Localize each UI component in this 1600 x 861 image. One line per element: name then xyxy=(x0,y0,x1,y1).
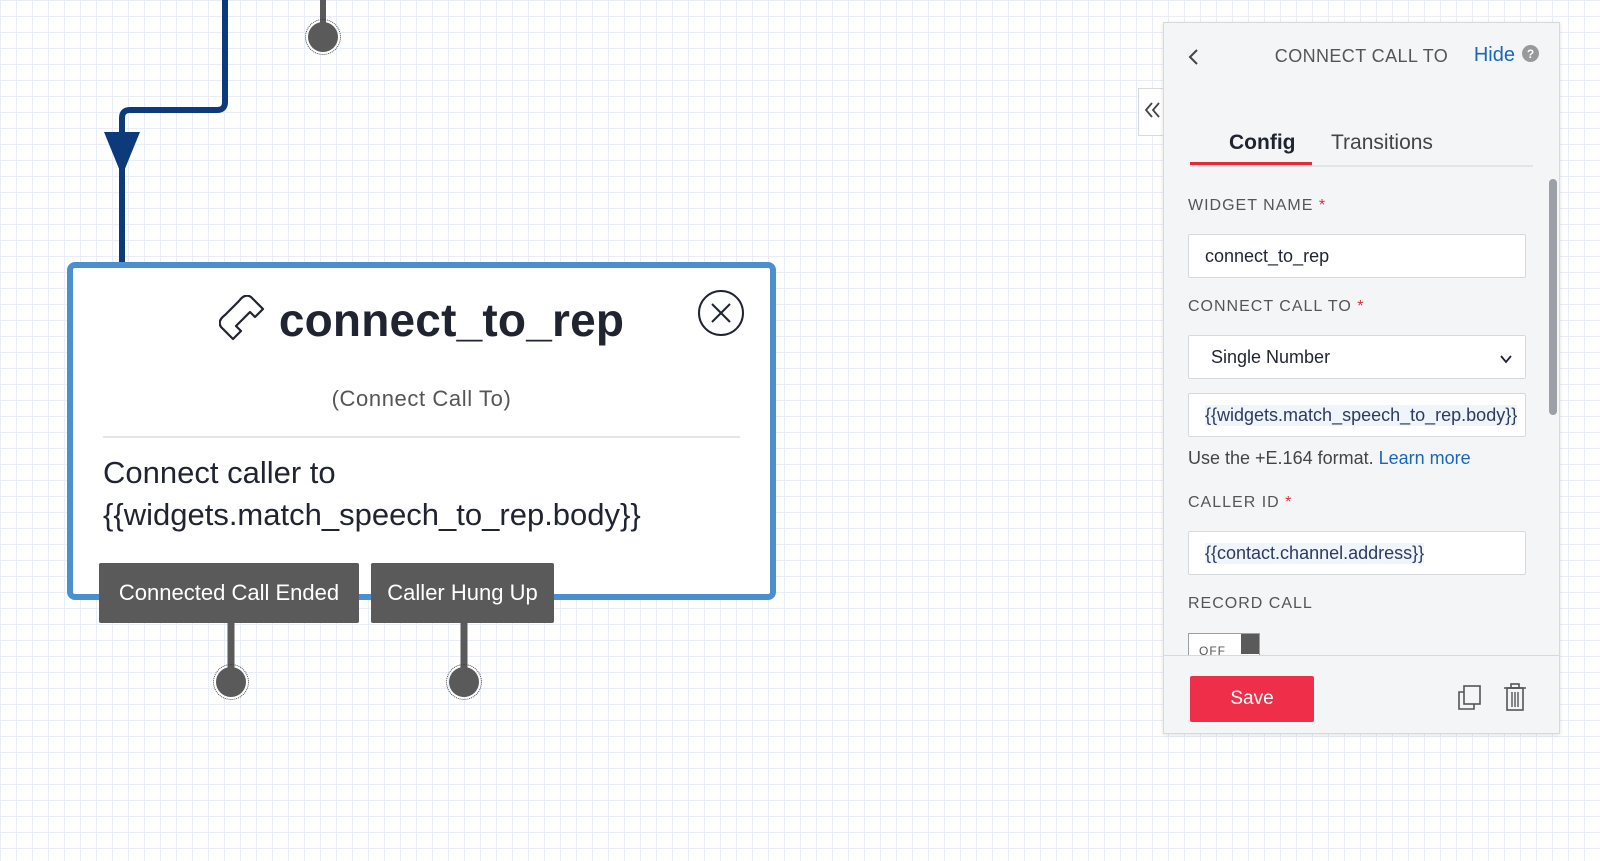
panel-tabs: Config Transitions xyxy=(1190,111,1533,167)
duplicate-icon[interactable] xyxy=(1455,682,1483,712)
widget-config-panel: CONNECT CALL TO Hide ? Config Transition… xyxy=(1163,22,1560,734)
active-tab-underline xyxy=(1190,162,1312,165)
help-icon[interactable]: ? xyxy=(1522,45,1539,62)
node-output-dot-top[interactable] xyxy=(305,19,341,55)
connect-call-widget[interactable]: connect_to_rep (Connect Call To) Connect… xyxy=(67,262,776,600)
e164-hint: Use the +E.164 format. Learn more xyxy=(1188,448,1471,468)
widget-type-label: (Connect Call To) xyxy=(331,386,512,411)
transition-connected-call-ended[interactable]: Connected Call Ended xyxy=(99,563,359,623)
trash-icon[interactable] xyxy=(1501,682,1529,712)
panel-scrollbar[interactable] xyxy=(1549,179,1557,415)
collapse-panel-button[interactable] xyxy=(1138,88,1166,136)
tab-transitions[interactable]: Transitions xyxy=(1331,131,1433,155)
connect-call-to-select[interactable]: Single Number xyxy=(1188,335,1526,379)
phone-icon xyxy=(218,294,265,346)
tab-config[interactable]: Config xyxy=(1229,131,1295,155)
widget-description: Connect caller to {{widgets.match_speech… xyxy=(103,455,641,532)
transition-caller-hung-up[interactable]: Caller Hung Up xyxy=(371,563,554,623)
caller-id-label: CALLER ID * xyxy=(1188,494,1293,511)
learn-more-link[interactable]: Learn more xyxy=(1379,448,1471,468)
node-output-dot-hungup[interactable] xyxy=(446,664,482,700)
connect-call-to-label: CONNECT CALL TO * xyxy=(1188,298,1365,315)
phone-number-input[interactable]: {{widgets.match_speech_to_rep.body}} xyxy=(1188,393,1526,437)
double-chevron-left-icon xyxy=(1143,100,1163,125)
node-output-dot-ended[interactable] xyxy=(213,664,249,700)
caller-id-input[interactable]: {{contact.channel.address}} xyxy=(1188,531,1526,575)
panel-footer: Save xyxy=(1164,655,1559,733)
connector-arrowhead xyxy=(104,132,140,176)
widget-divider xyxy=(103,436,740,438)
widget-title: connect_to_rep xyxy=(278,294,625,346)
record-call-toggle[interactable]: OFF xyxy=(1188,633,1260,655)
chevron-down-icon xyxy=(1499,350,1513,371)
panel-header: CONNECT CALL TO Hide ? xyxy=(1164,23,1559,89)
record-call-label: RECORD CALL xyxy=(1188,595,1313,612)
hide-panel-link[interactable]: Hide xyxy=(1474,44,1515,67)
widget-name-input[interactable]: connect_to_rep xyxy=(1188,234,1526,278)
save-button[interactable]: Save xyxy=(1190,676,1314,722)
widget-name-label: WIDGET NAME * xyxy=(1188,197,1327,214)
widget-header: connect_to_rep xyxy=(73,288,770,352)
config-form: WIDGET NAME * connect_to_rep CONNECT CAL… xyxy=(1164,171,1559,665)
close-circle-icon[interactable] xyxy=(698,290,744,336)
